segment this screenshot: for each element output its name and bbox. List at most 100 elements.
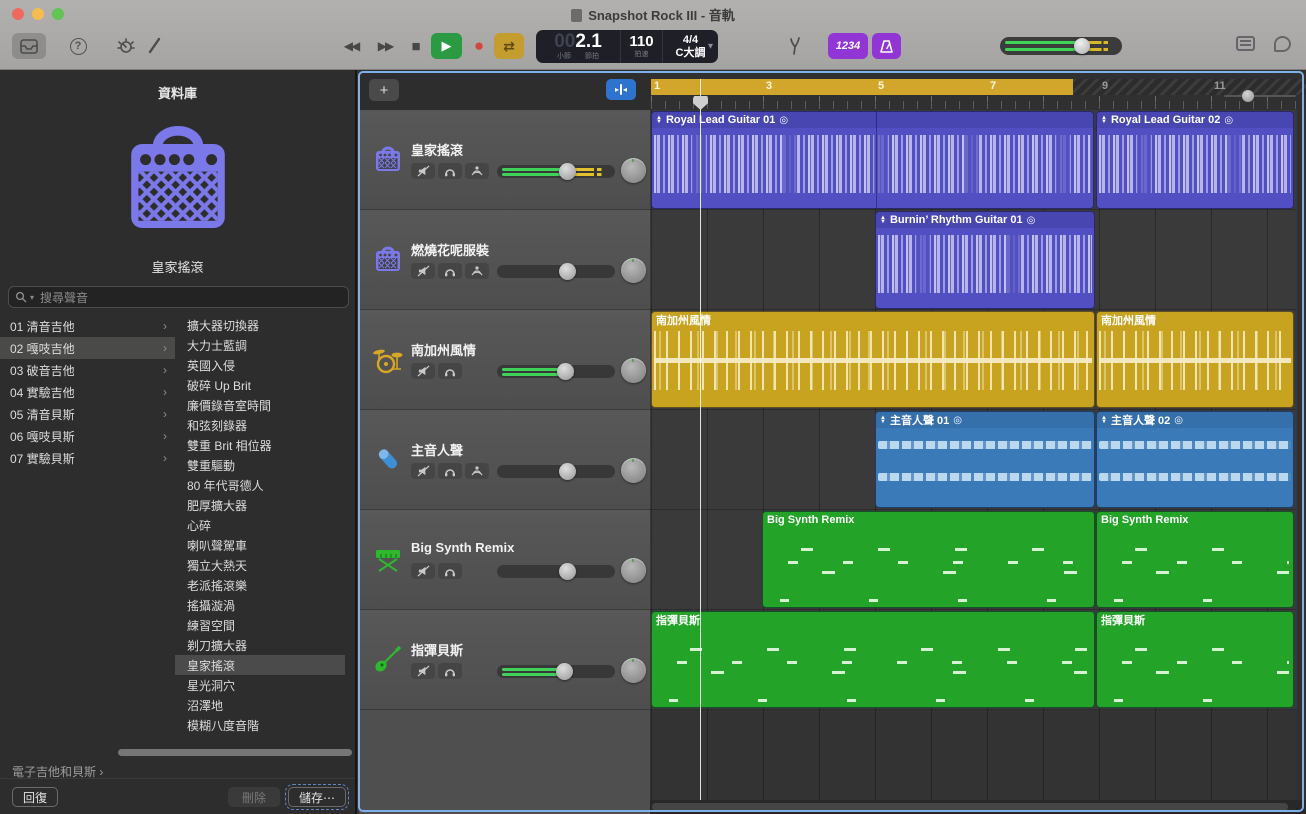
- preset-item[interactable]: 肥厚擴大器: [175, 495, 345, 515]
- preset-item[interactable]: 剃刀擴大器: [175, 635, 345, 655]
- metronome-button[interactable]: [872, 33, 901, 59]
- pan-knob[interactable]: [621, 558, 646, 583]
- controls-dial-button[interactable]: [113, 33, 139, 59]
- track-header-big-synth[interactable]: Big Synth Remix: [359, 510, 650, 610]
- mute-button[interactable]: [411, 362, 435, 379]
- forward-button[interactable]: ▶▶: [370, 33, 400, 59]
- timeline-horizontal-scrollbar[interactable]: [650, 800, 1306, 814]
- help-button[interactable]: ?: [66, 33, 90, 59]
- volume-knob[interactable]: [559, 563, 576, 580]
- track-volume-slider[interactable]: [497, 165, 615, 178]
- region-fingerstyle-bass-1[interactable]: 指彈貝斯: [651, 611, 1095, 708]
- zoom-knob[interactable]: [1242, 90, 1254, 102]
- region-royal-lead-guitar-01[interactable]: ▲▼ Royal Lead Guitar 01 ◎: [651, 111, 1094, 209]
- volume-knob[interactable]: [559, 163, 576, 180]
- pan-knob[interactable]: [621, 258, 646, 283]
- revert-button[interactable]: 回復: [12, 787, 58, 807]
- track-header-socal[interactable]: 南加州風情: [359, 310, 650, 410]
- editor-pencil-button[interactable]: [143, 33, 165, 59]
- category-item-selected[interactable]: 02 嘎吱吉他›: [0, 337, 175, 359]
- stop-button[interactable]: ■: [402, 33, 428, 59]
- count-in-button[interactable]: 1234: [828, 33, 868, 59]
- search-chevron-icon[interactable]: ▾: [30, 293, 34, 302]
- library-horizontal-scrollbar[interactable]: [118, 749, 352, 756]
- track-volume-slider[interactable]: [497, 565, 615, 578]
- lcd-display[interactable]: 002.1 小節 節拍 110 拍速 4/4 C大調 ▾: [536, 30, 718, 63]
- region-fingerstyle-bass-2[interactable]: 指彈貝斯: [1096, 611, 1294, 708]
- mute-button[interactable]: [411, 562, 435, 579]
- category-item[interactable]: 04 實驗吉他›: [0, 381, 175, 403]
- mute-button[interactable]: [411, 462, 435, 479]
- volume-knob[interactable]: [556, 663, 573, 680]
- category-item[interactable]: 05 清音貝斯›: [0, 403, 175, 425]
- volume-knob[interactable]: [1074, 38, 1090, 54]
- timeline-ruler[interactable]: 1 3 5 7 9 11: [650, 70, 1306, 110]
- pan-knob[interactable]: [621, 658, 646, 683]
- track-header-lead-vocal[interactable]: 主音人聲: [359, 410, 650, 510]
- library-toggle-button[interactable]: [12, 33, 46, 59]
- solo-button[interactable]: [438, 462, 462, 479]
- chevron-down-icon[interactable]: ▾: [708, 40, 713, 53]
- lcd-key-signature[interactable]: 4/4 C大調 ▾: [662, 30, 718, 63]
- category-item[interactable]: 07 實驗貝斯›: [0, 447, 175, 469]
- preset-item[interactable]: 喇叭聲駕車: [175, 535, 345, 555]
- region-socal-2[interactable]: 南加州風情: [1096, 311, 1294, 408]
- preset-item[interactable]: 獨立大熱天: [175, 555, 345, 575]
- region-socal-1[interactable]: 南加州風情: [651, 311, 1095, 408]
- master-volume-slider[interactable]: [1000, 37, 1122, 55]
- preset-item[interactable]: 80 年代哥德人: [175, 475, 345, 495]
- pan-knob[interactable]: [621, 358, 646, 383]
- input-monitor-button[interactable]: [465, 462, 489, 479]
- track-header-fingerstyle-bass[interactable]: 指彈貝斯: [359, 610, 650, 710]
- preset-item[interactable]: 和弦刻錄器: [175, 415, 345, 435]
- cycle-button[interactable]: ⇄: [494, 33, 524, 59]
- input-monitor-button[interactable]: [465, 162, 489, 179]
- preset-item[interactable]: 雙重驅動: [175, 455, 345, 475]
- preset-item[interactable]: 雙重 Brit 相位器: [175, 435, 345, 455]
- track-volume-slider[interactable]: [497, 265, 615, 278]
- solo-button[interactable]: [438, 662, 462, 679]
- track-header-burning-tweed[interactable]: 燃燒花呢服裝: [359, 210, 650, 310]
- preset-item[interactable]: 大力士藍調: [175, 335, 345, 355]
- cycle-region[interactable]: [651, 79, 1073, 95]
- pan-knob[interactable]: [621, 158, 646, 183]
- preset-item[interactable]: 搖攝漩渦: [175, 595, 345, 615]
- preset-item[interactable]: 英國入侵: [175, 355, 345, 375]
- track-header-royal-rock[interactable]: 皇家搖滾: [359, 110, 650, 210]
- solo-button[interactable]: [438, 162, 462, 179]
- notepad-button[interactable]: [1236, 36, 1255, 51]
- volume-knob[interactable]: [557, 363, 574, 380]
- region-royal-lead-guitar-02[interactable]: ▲▼ Royal Lead Guitar 02 ◎: [1096, 111, 1294, 209]
- category-item[interactable]: 01 清音吉他›: [0, 315, 175, 337]
- preset-item[interactable]: 擴大器切換器: [175, 315, 345, 335]
- solo-button[interactable]: [438, 562, 462, 579]
- preset-item[interactable]: 廉價錄音室時間: [175, 395, 345, 415]
- preset-item[interactable]: 破碎 Up Brit: [175, 375, 345, 395]
- record-button[interactable]: ●: [465, 33, 491, 59]
- preset-item[interactable]: 模糊八度音階: [175, 715, 345, 735]
- search-input[interactable]: ▾ 搜尋聲音: [8, 286, 349, 308]
- track-volume-slider[interactable]: [497, 665, 615, 678]
- catch-playhead-button[interactable]: ▸ ◂: [606, 79, 636, 100]
- region-lead-vocal-01[interactable]: ▲▼ 主音人聲 01 ◎: [875, 411, 1095, 508]
- region-big-synth-remix-2[interactable]: Big Synth Remix: [1096, 511, 1294, 608]
- preset-item-selected[interactable]: 皇家搖滾: [175, 655, 345, 675]
- input-monitor-button[interactable]: [465, 262, 489, 279]
- playhead[interactable]: [700, 79, 701, 800]
- zoom-slider[interactable]: [1224, 90, 1296, 102]
- solo-button[interactable]: [438, 262, 462, 279]
- preset-item[interactable]: 星光洞穴: [175, 675, 345, 695]
- preset-item[interactable]: 練習空間: [175, 615, 345, 635]
- loop-browser-button[interactable]: [1274, 36, 1291, 52]
- track-volume-slider[interactable]: [497, 365, 615, 378]
- mute-button[interactable]: [411, 262, 435, 279]
- mute-button[interactable]: [411, 662, 435, 679]
- delete-button[interactable]: 刪除: [228, 787, 280, 807]
- category-item[interactable]: 03 破音吉他›: [0, 359, 175, 381]
- track-volume-slider[interactable]: [497, 465, 615, 478]
- timeline-vertical-scrollbar[interactable]: [1297, 110, 1306, 800]
- region-lead-vocal-02[interactable]: ▲▼ 主音人聲 02 ◎: [1096, 411, 1294, 508]
- add-track-button[interactable]: +: [369, 79, 399, 101]
- pan-knob[interactable]: [621, 458, 646, 483]
- play-button[interactable]: ▶: [431, 33, 462, 59]
